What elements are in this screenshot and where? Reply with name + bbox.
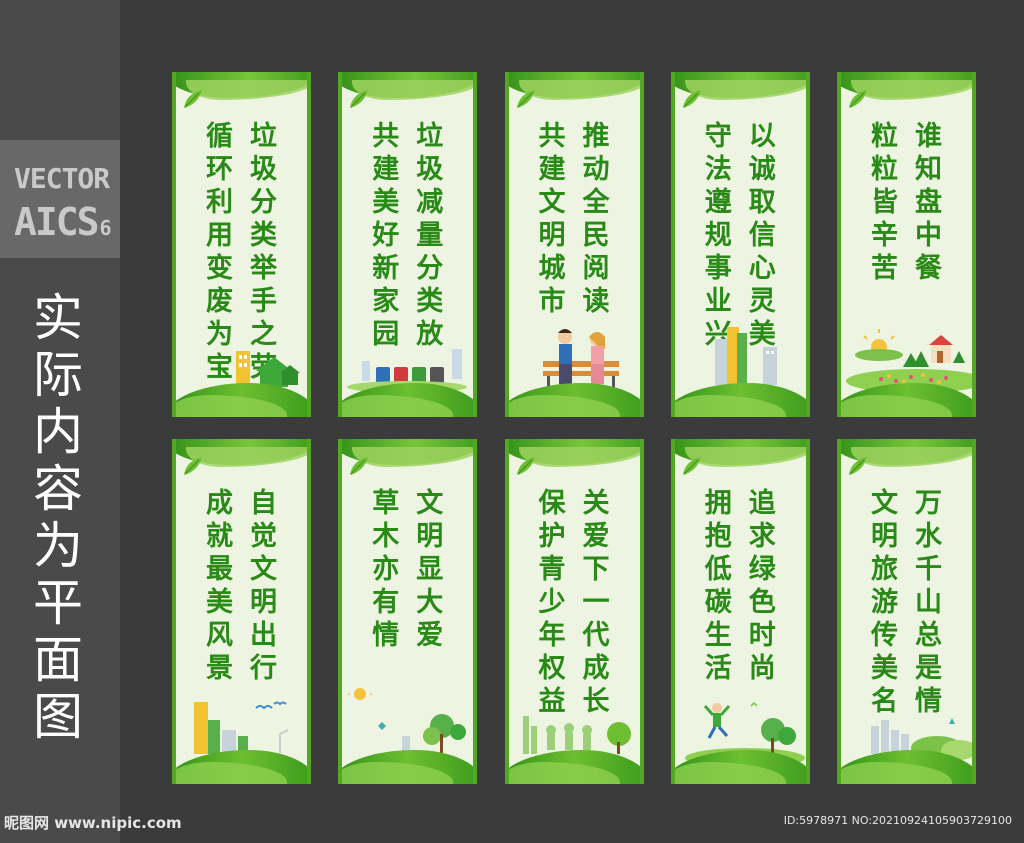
slogan-line: 共建美好新家园: [372, 121, 400, 350]
panel-top-wave-light: [851, 447, 972, 467]
badge-version: 6: [99, 216, 112, 240]
slogan-line: 保护青少年权益: [538, 488, 566, 717]
slogan-panel: 以诚取信心灵美 守法遵规事业兴: [670, 72, 810, 417]
actual-content-note: 实际内容为平面图: [33, 289, 83, 746]
leaf-icon: [516, 457, 535, 475]
slogan-line: 粒粒皆辛苦: [871, 121, 898, 284]
slogan-line: 关爱下一代成长: [582, 488, 610, 717]
slogan-line: 文明旅游传美名: [871, 488, 898, 717]
site-watermark: 昵图网 www.nipic.com: [4, 814, 182, 832]
panel-top-wave-light: [518, 80, 640, 100]
slogan-line: 拥抱低碳生活: [704, 488, 732, 684]
panel-slogans: 垃圾减量分类放 共建美好新家园: [342, 120, 473, 351]
leaf-icon: [682, 457, 701, 475]
panel-slogans: 关爱下一代成长 保护青少年权益: [509, 487, 640, 718]
slogan-line: 守法遵规事业兴: [704, 121, 732, 350]
panel-top-wave-light: [186, 447, 307, 467]
slogan-line: 垃圾减量分类放: [416, 121, 444, 350]
leaf-icon: [849, 90, 867, 108]
slogan-line: 谁知盘中餐: [915, 121, 942, 284]
panel-slogans: 以诚取信心灵美 守法遵规事业兴: [675, 120, 806, 351]
slogan-panel: 推动全民阅读 共建文明城市: [504, 72, 644, 417]
slogan-line: 追求绿色时尚: [748, 488, 776, 684]
slogan-panel: 垃圾减量分类放 共建美好新家园: [338, 72, 478, 417]
leaf-icon: [682, 90, 701, 108]
leaf-icon: [184, 90, 202, 108]
slogan-line: 成就最美风景: [206, 488, 233, 684]
panel-top-wave-light: [352, 447, 474, 467]
slogan-panel: 万水千山总是情 文明旅游传美名: [837, 439, 976, 784]
slogan-panel: 自觉文明出行 成就最美风景: [172, 439, 311, 784]
panel-top-wave-light: [684, 80, 806, 100]
panel-top-wave-light: [518, 447, 640, 467]
slogan-line: 自觉文明出行: [250, 488, 277, 684]
panel-slogans: 追求绿色时尚 拥抱低碳生活: [675, 487, 806, 685]
leaf-icon: [350, 457, 369, 475]
panel-top-wave-light: [352, 80, 474, 100]
leaf-icon: [516, 90, 535, 108]
panel-slogans: 万水千山总是情 文明旅游传美名: [841, 487, 972, 718]
slogan-line: 万水千山总是情: [915, 488, 942, 717]
slogan-panel: 谁知盘中餐 粒粒皆辛苦: [837, 72, 976, 417]
slogan-panel: 关爱下一代成长 保护青少年权益: [504, 439, 644, 784]
leaf-icon: [849, 457, 867, 475]
panel-slogans: 谁知盘中餐 粒粒皆辛苦: [841, 120, 972, 285]
slogan-line: 以诚取信心灵美: [748, 121, 776, 350]
vector-format-badge: VECTOR AICS 6: [0, 140, 120, 258]
slogan-line: 推动全民阅读: [582, 121, 610, 317]
slogan-panel: 垃圾分类举手之劳循环利用变废为宝: [172, 72, 311, 417]
banner-panel-grid: 垃圾分类举手之劳循环利用变废为宝垃圾减量分类放共建美好新家园推动全民阅读共建文明…: [172, 72, 976, 784]
badge-line2: AICS 6: [14, 200, 112, 244]
slogan-panel: 追求绿色时尚 拥抱低碳生活: [670, 439, 810, 784]
slogan-line: 文明显大爱: [416, 488, 444, 651]
panel-top-wave-light: [851, 80, 972, 100]
slogan-panel: 文明显大爱 草木亦有情: [338, 439, 478, 784]
image-id-watermark: ID:5978971 NO:20210924105903729100: [783, 814, 1012, 827]
leaf-icon: [184, 457, 202, 475]
leaf-icon: [350, 90, 369, 108]
badge-line1: VECTOR: [14, 162, 110, 195]
panel-top-wave-light: [186, 80, 307, 100]
panel-slogans: 推动全民阅读 共建文明城市: [509, 120, 640, 318]
slogan-line: 草木亦有情: [372, 488, 400, 651]
panel-top-wave-light: [684, 447, 806, 467]
panel-slogans: 自觉文明出行 成就最美风景: [176, 487, 307, 685]
badge-line2-text: AICS: [14, 200, 100, 244]
panel-slogans: 文明显大爱 草木亦有情: [342, 487, 473, 652]
slogan-line: 共建文明城市: [538, 121, 566, 317]
left-strip: VECTOR AICS 6 实际内容为平面图 昵图网 www.nipic.com: [0, 0, 182, 843]
